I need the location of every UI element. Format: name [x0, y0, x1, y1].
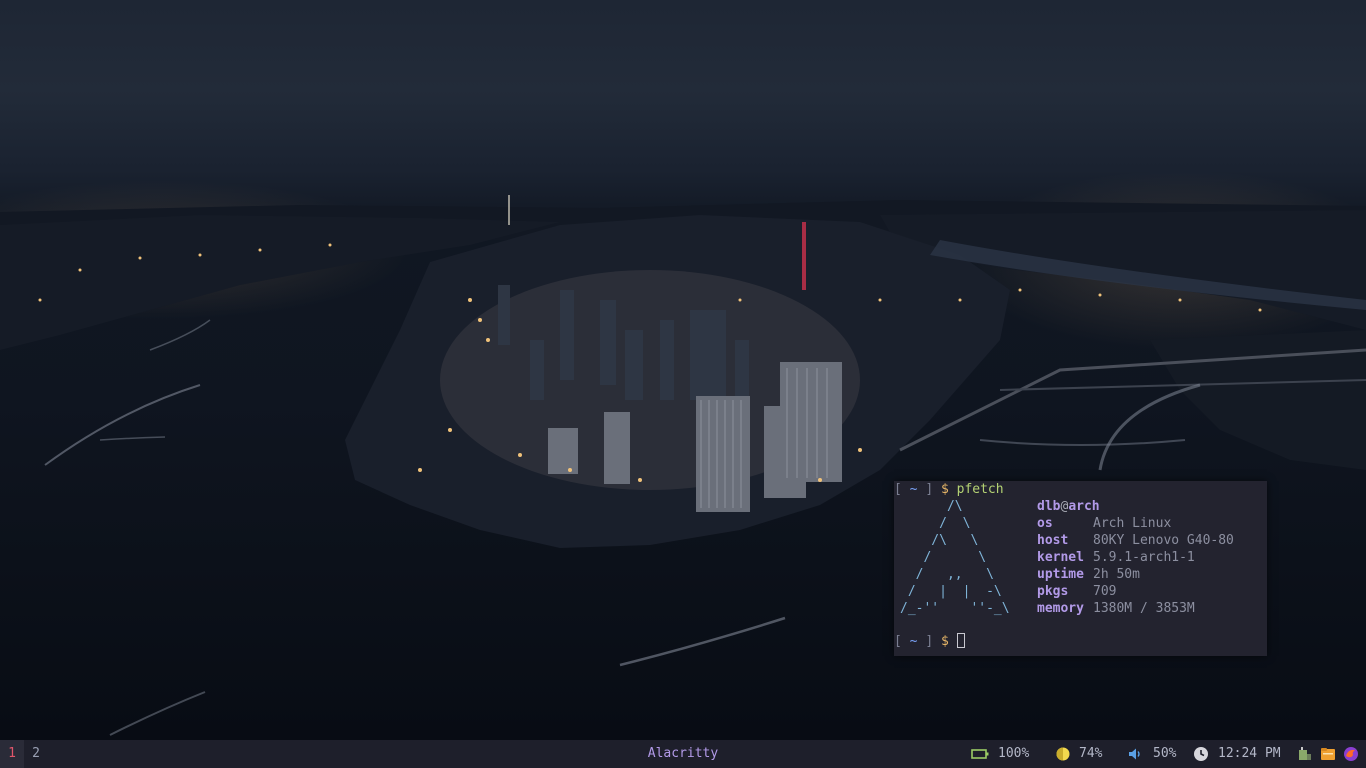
battery-level[interactable]: 100%: [998, 740, 1029, 768]
battery-icon: [971, 749, 989, 759]
info-value: 1380M / 3853M: [1093, 601, 1195, 616]
workspace-1[interactable]: 1: [0, 740, 24, 768]
command-text: pfetch: [956, 482, 1004, 497]
info-value: 709: [1093, 584, 1117, 599]
text-cursor[interactable]: [956, 633, 965, 648]
info-row-host: host 80KY Lenovo G40-80: [1037, 532, 1234, 549]
info-row-kernel: kernel 5.9.1-arch1-1: [1037, 549, 1234, 566]
network-manager-icon[interactable]: [1297, 746, 1313, 762]
prompt-dollar: $: [940, 482, 949, 497]
prompt-tilde: ~: [909, 634, 918, 649]
info-value: 2h 50m: [1093, 567, 1140, 582]
prompt-dollar: $: [940, 634, 949, 649]
prompt-bracket-open: [: [894, 634, 902, 649]
terminal-window[interactable]: [ ~ ] $ pfetch /\ / \ /\ \ / \ / ,, \ / …: [894, 481, 1267, 656]
info-key: host: [1037, 533, 1069, 548]
files-icon[interactable]: [1320, 746, 1336, 762]
username: dlb: [1037, 499, 1061, 514]
prompt-bracket-open: [: [894, 482, 902, 497]
info-value: Arch Linux: [1093, 516, 1172, 531]
prompt-bracket-close: ]: [925, 634, 934, 649]
clock-icon: [1194, 747, 1208, 761]
info-value: 80KY Lenovo G40-80: [1093, 533, 1234, 548]
info-key: kernel: [1037, 550, 1084, 565]
info-key: pkgs: [1037, 584, 1069, 599]
desktop-wallpaper: [ ~ ] $ pfetch /\ / \ /\ \ / \ / ,, \ / …: [0, 0, 1366, 740]
user-host-line: dlb@arch: [1037, 498, 1234, 515]
info-key: os: [1037, 516, 1053, 531]
clock-time[interactable]: 12:24 PM: [1218, 740, 1281, 768]
status-bar: 1 2 Alacritty 100% 74% 50% 12:24 PM: [0, 740, 1366, 768]
workspace-2[interactable]: 2: [24, 740, 48, 768]
hostname: arch: [1068, 499, 1100, 514]
prompt-line[interactable]: [ ~ ] $: [894, 633, 965, 650]
info-key: memory: [1037, 601, 1084, 616]
info-row-os: os Arch Linux: [1037, 515, 1234, 532]
prompt-bracket-close: ]: [925, 482, 934, 497]
volume-level[interactable]: 50%: [1153, 740, 1176, 768]
command-line: [ ~ ] $ pfetch: [894, 481, 1004, 498]
info-row-uptime: uptime 2h 50m: [1037, 566, 1234, 583]
info-key: uptime: [1037, 567, 1084, 582]
prompt-tilde: ~: [909, 482, 918, 497]
info-row-memory: memory 1380M / 3853M: [1037, 600, 1234, 617]
firefox-icon[interactable]: [1343, 746, 1359, 762]
brightness-level[interactable]: 74%: [1079, 740, 1102, 768]
volume-icon: [1129, 748, 1140, 760]
pfetch-info: dlb@arch os Arch Linux host 80KY Lenovo G4…: [1037, 498, 1234, 617]
info-row-pkgs: pkgs 709: [1037, 583, 1234, 600]
info-value: 5.9.1-arch1-1: [1093, 550, 1195, 565]
brightness-icon: [1056, 747, 1070, 761]
arch-logo-ascii: /\ / \ /\ \ / \ / ,, \ / | | -\ /_-'' ''…: [900, 499, 1010, 616]
